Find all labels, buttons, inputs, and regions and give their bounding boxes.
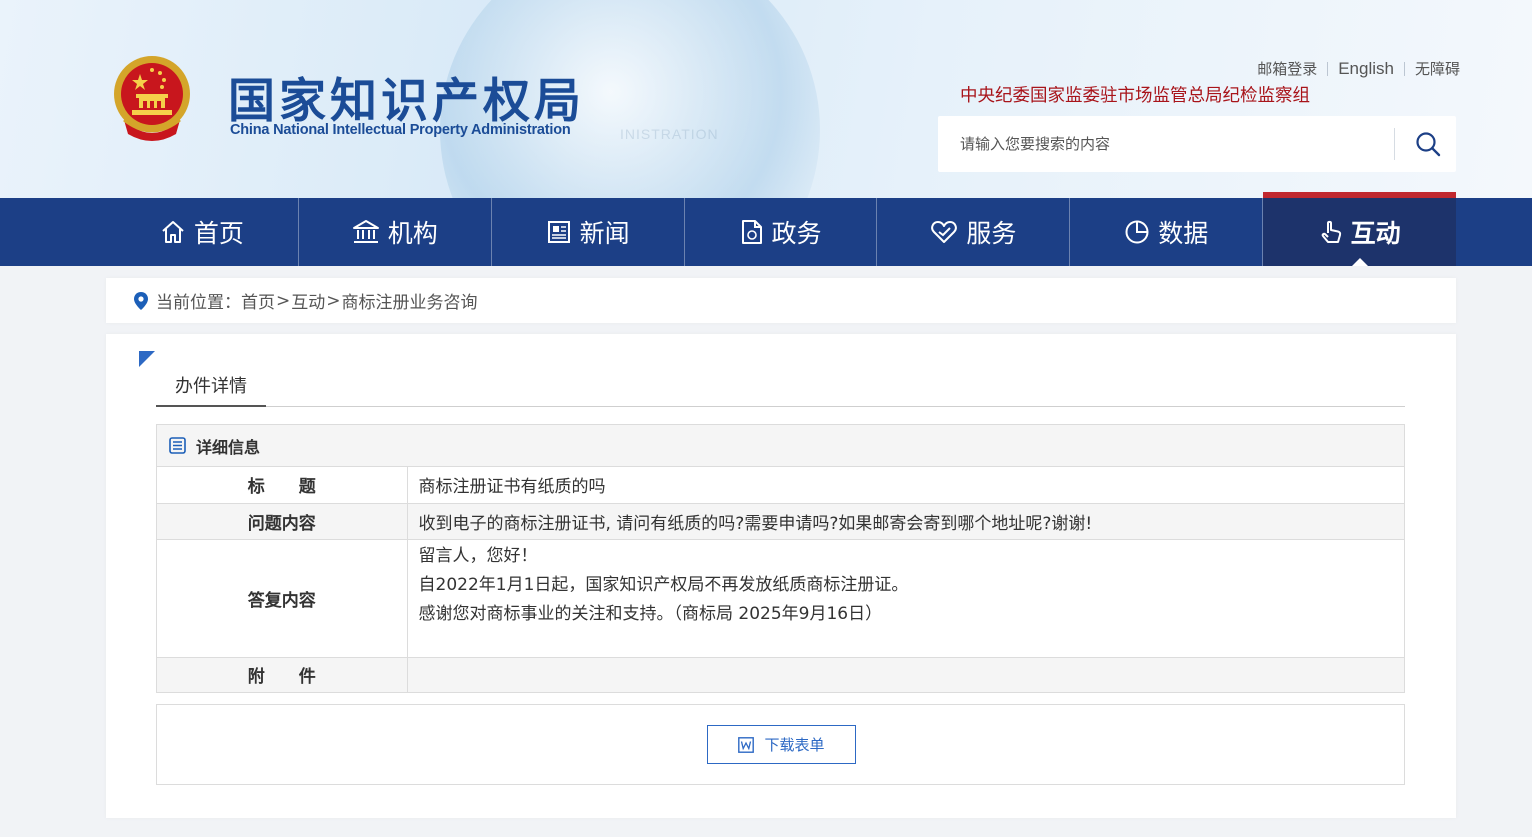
nav-item-services[interactable]: 服务 (877, 198, 1071, 266)
header-background-watermark: INISTRATION (620, 126, 719, 142)
tab-case-details[interactable]: 办件详情 (156, 374, 266, 407)
download-form-button[interactable]: 下载表单 (707, 725, 856, 764)
main-content-card: 办件详情 详细信息 标 题 商标注册证书有纸质的吗 问题内容 收到电子的商标注册… (106, 334, 1456, 818)
field-label-title: 标 题 (157, 467, 408, 503)
nav-item-government-affairs[interactable]: 政务 (685, 198, 878, 266)
download-form-label: 下载表单 (764, 736, 825, 754)
news-icon (547, 221, 570, 243)
breadcrumb-separator: > (276, 290, 291, 311)
site-logo-english[interactable]: China National Intellectual Property Adm… (230, 122, 571, 138)
search-button[interactable] (1400, 116, 1456, 172)
breadcrumb-current[interactable]: 商标注册业务咨询 (342, 288, 478, 313)
corner-triangle-decoration (139, 351, 155, 367)
table-row: 标 题 商标注册证书有纸质的吗 (157, 467, 1404, 503)
breadcrumb: 当前位置： 首页 > 互动 > 商标注册业务咨询 (106, 278, 1456, 323)
pie-chart-icon (1125, 220, 1149, 244)
field-value-question: 收到电子的商标注册证书, 请问有纸质的吗?需要申请吗?如果邮寄会寄到哪个地址呢?… (407, 502, 1404, 539)
nav-item-news[interactable]: 新闻 (492, 198, 685, 266)
field-value-title: 商标注册证书有纸质的吗 (418, 477, 606, 498)
nav-item-interaction[interactable]: 互动 (1263, 192, 1457, 266)
list-document-icon (169, 437, 186, 454)
search-box (938, 116, 1456, 172)
nav-item-label: 数据 (1158, 219, 1209, 248)
nav-item-label: 互动 (1350, 219, 1401, 248)
reply-line: 感谢您对商标事业的关注和支持。（商标局 2025年9月16日） (418, 603, 883, 624)
table-row: 答复内容 留言人，您好！ 自2022年1月1日起，国家知识产权局不再发放纸质商标… (157, 538, 1404, 657)
nav-item-label: 首页 (193, 219, 244, 248)
detail-table: 标 题 商标注册证书有纸质的吗 问题内容 收到电子的商标注册证书, 请问有纸质的… (157, 467, 1404, 692)
download-section: 下载表单 (156, 704, 1405, 785)
nav-item-label: 新闻 (579, 219, 630, 248)
search-divider (1394, 128, 1395, 160)
nav-item-label: 机构 (387, 219, 438, 248)
breadcrumb-home-link[interactable]: 首页 (241, 288, 275, 313)
nav-item-data[interactable]: 数据 (1070, 198, 1264, 266)
nav-item-label: 政务 (771, 219, 822, 248)
nav-item-home[interactable]: 首页 (106, 198, 299, 266)
site-logo-chinese[interactable]: 国家知识产权局 (228, 62, 585, 131)
main-nav: 首页 机构 新闻 政务 服务 数据 互动 (0, 192, 1532, 266)
field-label-question: 问题内容 (157, 502, 408, 539)
table-row: 附 件 (157, 656, 1404, 692)
field-label-attachment: 附 件 (157, 656, 408, 692)
document-icon (741, 220, 762, 244)
field-value-reply: 留言人，您好！ 自2022年1月1日起，国家知识产权局不再发放纸质商标注册证。 … (407, 538, 1404, 657)
field-label-reply: 答复内容 (157, 538, 408, 657)
word-document-icon (738, 736, 755, 753)
accessibility-link[interactable]: 无障碍 (1405, 58, 1460, 79)
nav-item-label: 服务 (966, 219, 1017, 248)
institution-icon (352, 220, 379, 243)
detail-panel-title: 详细信息 (196, 437, 261, 457)
hand-pointer-icon (1321, 220, 1341, 243)
english-link[interactable]: English (1328, 59, 1404, 79)
table-row: 问题内容 收到电子的商标注册证书, 请问有纸质的吗?需要申请吗?如果邮寄会寄到哪… (157, 502, 1404, 539)
top-links: 邮箱登录 English 无障碍 (1190, 58, 1460, 79)
search-icon (1416, 132, 1441, 157)
reply-line: 自2022年1月1日起，国家知识产权局不再发放纸质商标注册证。 (418, 574, 909, 595)
breadcrumb-interaction-link[interactable]: 互动 (291, 288, 325, 313)
detail-panel-header: 详细信息 (157, 425, 1404, 467)
mail-login-link[interactable]: 邮箱登录 (1247, 58, 1327, 79)
detail-panel: 详细信息 标 题 商标注册证书有纸质的吗 问题内容 收到电子的商标注册证书, 请… (156, 424, 1405, 693)
heart-service-icon (931, 221, 958, 243)
discipline-inspection-link[interactable]: 中央纪委国家监委驻市场监管总局纪检监察组 (960, 82, 1310, 107)
home-icon (162, 221, 184, 243)
national-emblem-icon[interactable] (110, 54, 194, 142)
search-input[interactable] (938, 116, 1394, 172)
breadcrumb-label: 当前位置： (156, 293, 241, 313)
site-header: INISTRATION 国家知识产权局 China National Intel… (0, 0, 1532, 198)
tab-bar: 办件详情 (156, 374, 1405, 407)
location-pin-icon (134, 291, 148, 310)
field-value-attachment (407, 656, 1404, 692)
nav-item-institution[interactable]: 机构 (299, 198, 492, 266)
breadcrumb-separator: > (326, 290, 341, 311)
reply-line: 留言人，您好！ (418, 545, 538, 566)
